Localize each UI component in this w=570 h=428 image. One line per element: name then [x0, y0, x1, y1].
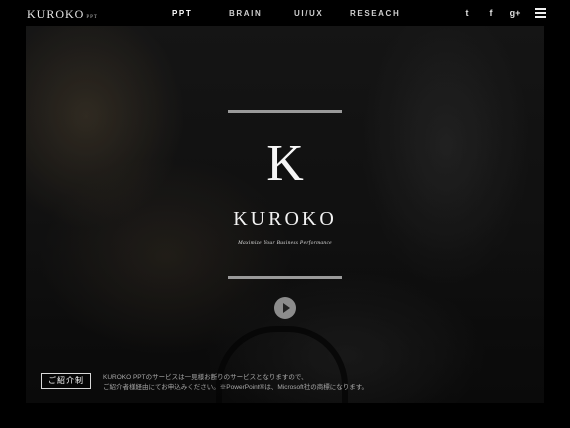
twitter-icon[interactable]: t	[461, 8, 473, 18]
brand-name: KUROKO	[233, 208, 337, 230]
introduction-note-line-2: ご紹介者様経由にてお申込みください。※PowerPoint®は、Microsof…	[103, 383, 369, 391]
left-frame	[0, 26, 26, 403]
hamburger-menu-icon[interactable]	[535, 8, 546, 18]
introduction-only-button[interactable]: ご紹介制	[41, 373, 91, 389]
play-video-button[interactable]	[274, 297, 296, 319]
facebook-icon[interactable]: f	[485, 8, 497, 18]
top-navigation-bar: KUROKO PPT PPT BRAIN UI/UX RESEACH t f g+	[0, 0, 570, 26]
bottom-frame	[0, 403, 570, 428]
introduction-note-line-1: KUROKO PPTのサービスは一見様お断りのサービスとなりますので、	[103, 374, 308, 381]
brand-monogram: K	[266, 135, 304, 192]
brand-tagline: Maximize Your Business Performance	[238, 240, 332, 246]
introduction-note: KUROKO PPTのサービスは一見様お断りのサービスとなりますので、 ご紹介者…	[103, 373, 533, 392]
bottom-divider	[228, 276, 342, 279]
top-divider	[228, 110, 342, 113]
nav-item-ppt[interactable]: PPT	[172, 9, 192, 18]
nav-item-uiux[interactable]: UI/UX	[294, 9, 323, 18]
google-plus-icon[interactable]: g+	[509, 8, 521, 18]
nav-item-reseach[interactable]: RESEACH	[350, 9, 400, 18]
nav-item-brain[interactable]: BRAIN	[229, 9, 262, 18]
right-frame	[544, 26, 570, 403]
play-icon	[283, 303, 290, 313]
